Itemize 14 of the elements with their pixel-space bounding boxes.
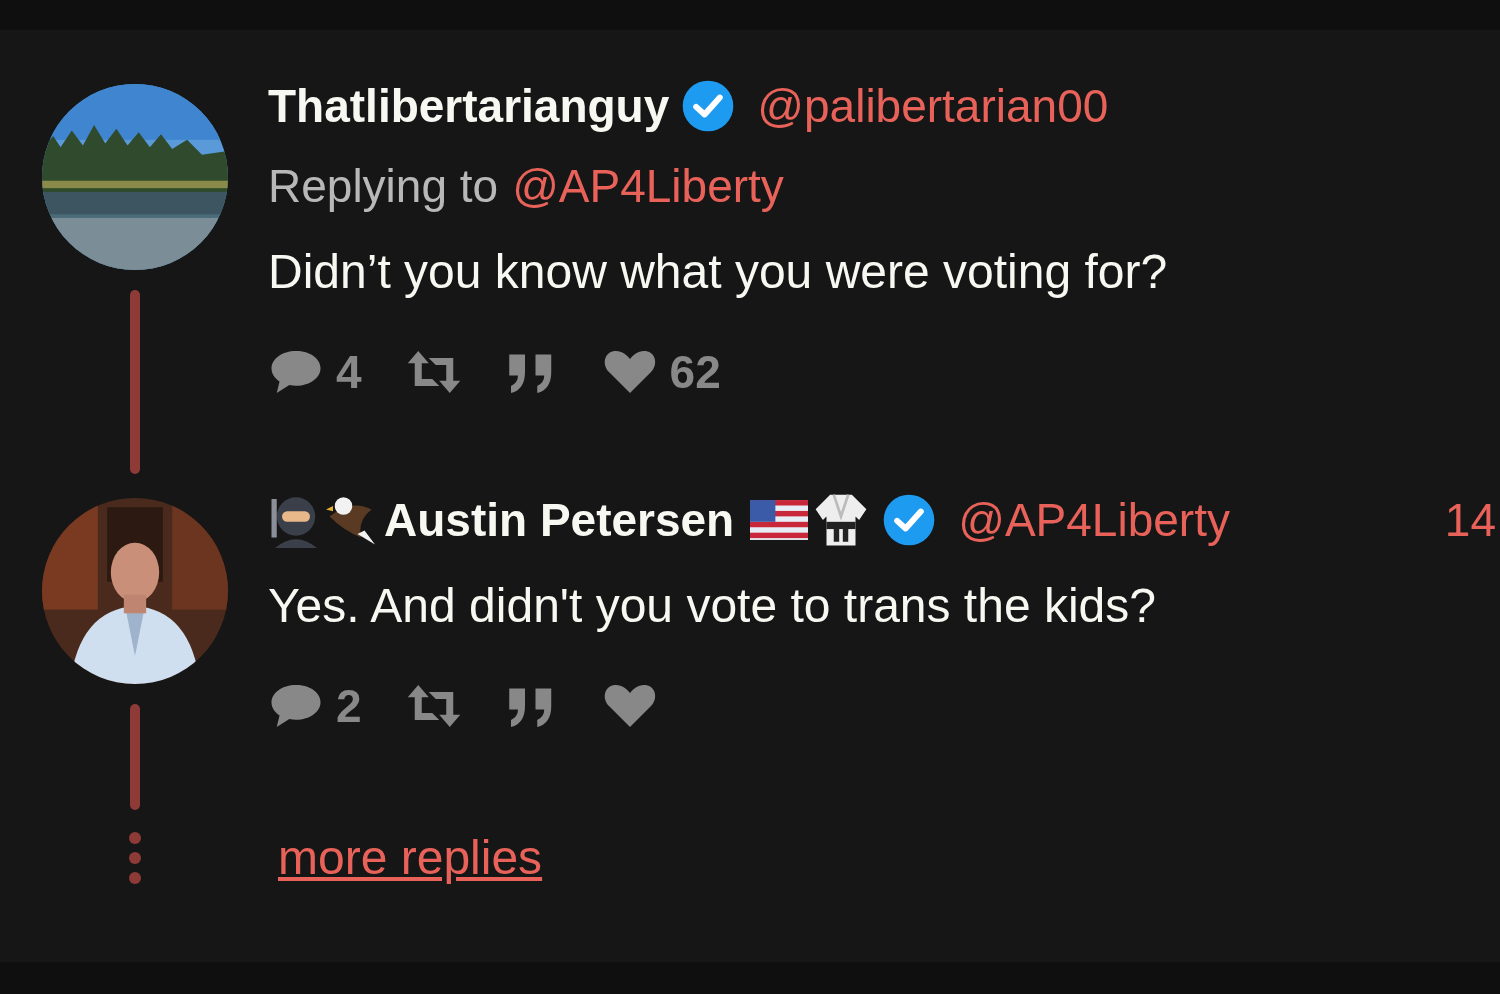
stat-count: 62 xyxy=(669,345,721,400)
more-replies-link[interactable]: more replies xyxy=(278,830,543,886)
tweet-date[interactable]: 14 xyxy=(1444,492,1500,548)
tweet-text: Didn’t you know what you were voting for? xyxy=(268,244,1169,300)
display-name[interactable]: Austin Petersen xyxy=(384,492,735,548)
username-link[interactable]: @AP4Liberty xyxy=(958,492,1230,548)
stat-count: 2 xyxy=(336,679,362,734)
more-dots-icon xyxy=(128,832,142,884)
username-link[interactable]: @palibertarian00 xyxy=(757,78,1109,134)
display-name[interactable]: Thatlibertarianguy xyxy=(268,78,670,134)
replying-handle-link[interactable]: @AP4Liberty xyxy=(512,158,784,214)
replying-label: Replying to xyxy=(268,159,499,214)
stat-count: 4 xyxy=(336,345,362,400)
tweet-text: Yes. And didn't you vote to trans the kids? xyxy=(268,578,1157,634)
